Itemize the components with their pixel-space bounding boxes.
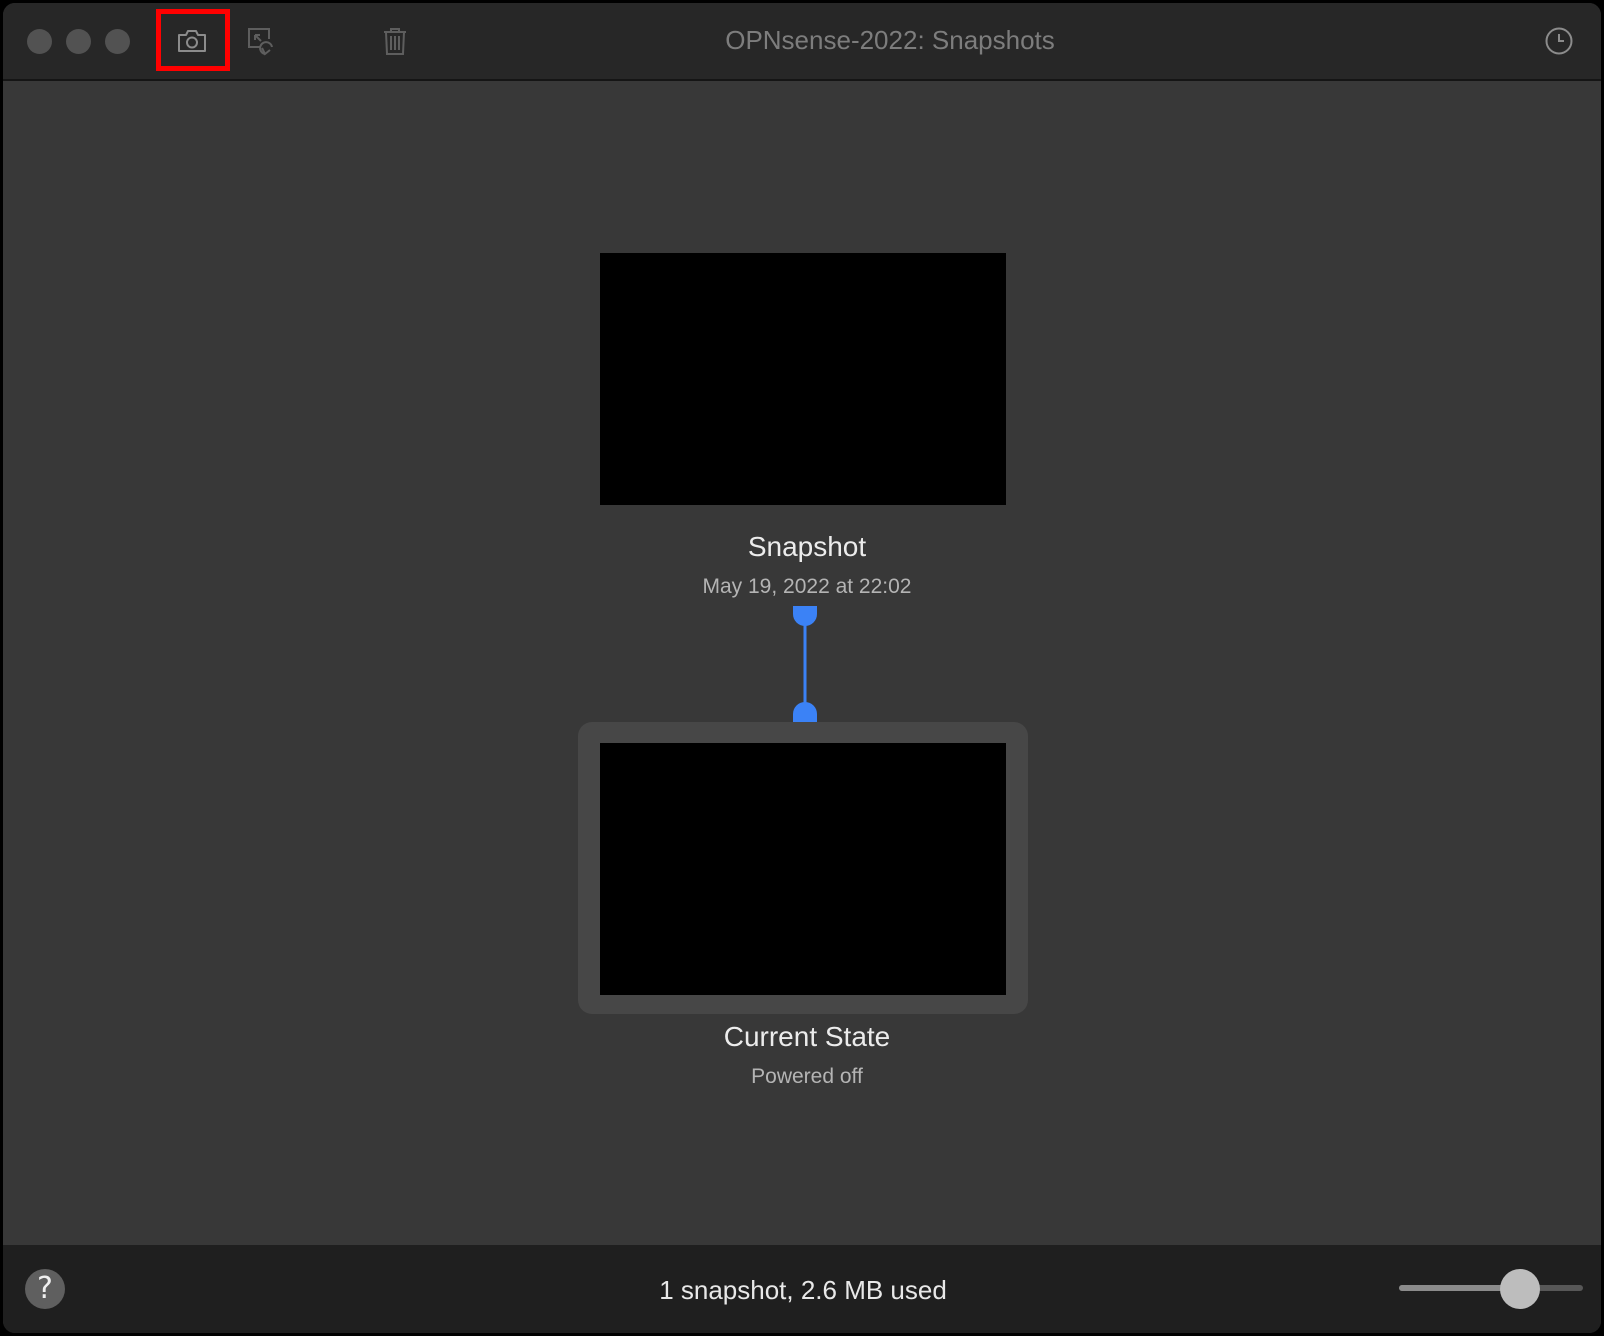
clock-icon	[1545, 27, 1573, 55]
current-state-thumbnail[interactable]	[600, 743, 1006, 995]
snapshot-connector	[793, 606, 817, 722]
snapshot-usage: 1 snapshot, 2.6 MB used	[659, 1275, 947, 1305]
snapshot-thumbnail[interactable]	[600, 253, 1006, 505]
zoom-slider-knob[interactable]	[1500, 1269, 1541, 1309]
current-state-name: Current State	[723, 1021, 891, 1052]
snapshot-date: May 19, 2022 at 22:02	[702, 575, 912, 598]
snapshot-tree: Snapshot May 19, 2022 at 22:02 Current S…	[3, 81, 1601, 1245]
snapshot-name: Snapshot	[747, 531, 867, 562]
help-button[interactable]: ?	[25, 1269, 65, 1309]
window-title: OPNsense-2022: Snapshots	[725, 25, 1055, 55]
snapshots-window: OPNsense-2022: Snapshots Snapshot May 19…	[3, 3, 1601, 1333]
status-bar: ? 1 snapshot, 2.6 MB used	[3, 1245, 1601, 1333]
title-bar: OPNsense-2022: Snapshots	[3, 3, 1601, 81]
zoom-slider[interactable]	[1399, 1269, 1583, 1309]
current-state-status: Powered off	[751, 1065, 863, 1088]
history-button[interactable]	[1539, 21, 1579, 61]
